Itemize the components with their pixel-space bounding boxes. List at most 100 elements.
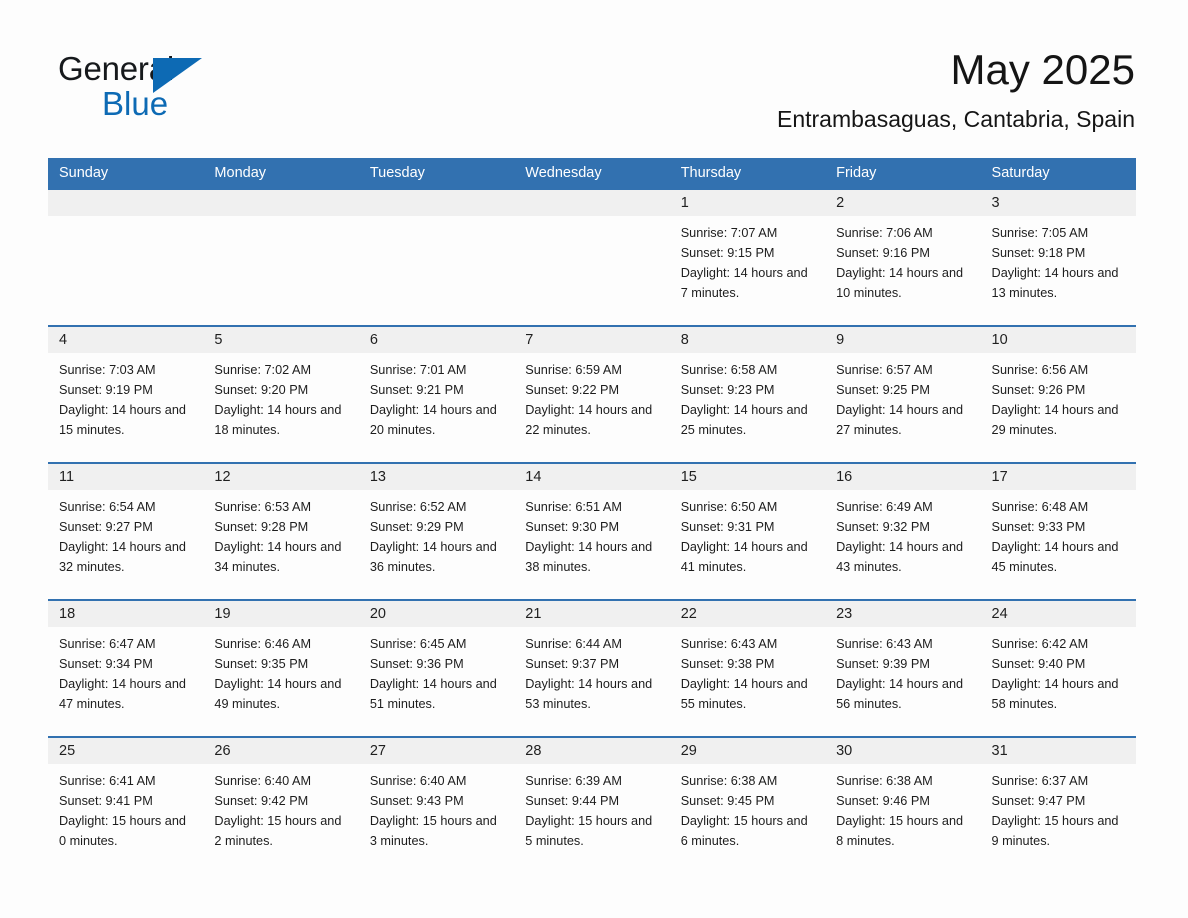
daylight-text: Daylight: 14 hours and 51 minutes.	[369, 677, 497, 711]
day-number	[514, 190, 670, 216]
calendar-day-cell-3[interactable]: 3 Sunrise: 7:05 AM Sunset: 9:18 PM Daylight…	[980, 190, 1136, 315]
calendar-day-cell-14[interactable]: 14 Sunrise: 6:51 AM Sunset: 9:30 PM Dayligh…	[514, 464, 670, 589]
calendar-day-cell-11[interactable]: 11 Sunrise: 6:54 AM Sunset: 9:27 PM Dayligh…	[48, 464, 204, 589]
calendar-day-cell-24[interactable]: 24 Sunrise: 6:42 AM Sunset: 9:40 PM Dayligh…	[980, 601, 1136, 726]
daylight-text: Daylight: 14 hours and 41 minutes.	[680, 540, 808, 574]
sunset-text: Sunset: 9:34 PM	[59, 657, 153, 671]
day-number: 18	[48, 601, 204, 627]
daylight-text: Daylight: 15 hours and 3 minutes.	[369, 814, 497, 848]
day-details: Sunrise: 6:39 AM Sunset: 9:44 PM Daylight:…	[514, 764, 669, 863]
sunrise-text: Sunrise: 7:03 AM	[59, 363, 156, 377]
day-details	[48, 216, 203, 315]
day-number: 27	[358, 738, 515, 764]
calendar-day-cell-10[interactable]: 10 Sunrise: 6:56 AM Sunset: 9:26 PM Dayligh…	[980, 327, 1136, 452]
sunset-text: Sunset: 9:33 PM	[991, 520, 1086, 534]
calendar-week-row: 4 Sunrise: 7:03 AM Sunset: 9:19 PM Daylight…	[48, 325, 1136, 452]
calendar-day-cell-8[interactable]: 8 Sunrise: 6:58 AM Sunset: 9:23 PM Daylight…	[669, 327, 826, 452]
calendar-day-cell-31[interactable]: 31 Sunrise: 6:37 AM Sunset: 9:47 PM Dayligh…	[980, 738, 1136, 863]
day-details: Sunrise: 7:03 AM Sunset: 9:19 PM Daylight:…	[48, 353, 203, 452]
sunset-text: Sunset: 9:25 PM	[836, 383, 930, 397]
sunset-text: Sunset: 9:27 PM	[59, 520, 153, 534]
calendar-day-cell-empty	[48, 190, 204, 315]
sunset-text: Sunset: 9:23 PM	[680, 383, 775, 397]
calendar-day-cell-23[interactable]: 23 Sunrise: 6:43 AM Sunset: 9:39 PM Dayligh…	[825, 601, 981, 726]
general-blue-logo[interactable]: General Blue	[58, 50, 318, 126]
daylight-text: Daylight: 14 hours and 55 minutes.	[680, 677, 808, 711]
sunset-text: Sunset: 9:29 PM	[369, 520, 464, 534]
sunset-text: Sunset: 9:43 PM	[369, 794, 464, 808]
sunrise-text: Sunrise: 6:46 AM	[214, 637, 312, 651]
day-number: 24	[980, 601, 1136, 627]
day-number: 11	[48, 464, 204, 490]
calendar-day-cell-16[interactable]: 16 Sunrise: 6:49 AM Sunset: 9:32 PM Dayligh…	[825, 464, 981, 589]
calendar-day-cell-20[interactable]: 20 Sunrise: 6:45 AM Sunset: 9:36 PM Dayligh…	[358, 601, 515, 726]
sunrise-text: Sunrise: 6:47 AM	[59, 637, 156, 651]
calendar-day-cell-13[interactable]: 13 Sunrise: 6:52 AM Sunset: 9:29 PM Dayligh…	[358, 464, 515, 589]
day-number: 14	[514, 464, 670, 490]
day-details: Sunrise: 6:51 AM Sunset: 9:30 PM Daylight:…	[514, 490, 669, 589]
daylight-text: Daylight: 14 hours and 49 minutes.	[214, 677, 342, 711]
daylight-text: Daylight: 14 hours and 47 minutes.	[59, 677, 186, 711]
day-of-week-header-saturday: Saturday	[991, 165, 1050, 181]
day-details: Sunrise: 6:40 AM Sunset: 9:43 PM Daylight:…	[359, 764, 514, 863]
daylight-text: Daylight: 14 hours and 10 minutes.	[836, 266, 964, 300]
day-of-week-header-friday: Friday	[836, 165, 877, 181]
day-number: 15	[669, 464, 826, 490]
calendar-day-cell-22[interactable]: 22 Sunrise: 6:43 AM Sunset: 9:38 PM Dayligh…	[669, 601, 826, 726]
day-number	[203, 190, 359, 216]
daylight-text: Daylight: 15 hours and 6 minutes.	[680, 814, 808, 848]
calendar-day-cell-27[interactable]: 27 Sunrise: 6:40 AM Sunset: 9:43 PM Dayligh…	[358, 738, 515, 863]
sunset-text: Sunset: 9:41 PM	[59, 794, 153, 808]
sunset-text: Sunset: 9:46 PM	[836, 794, 930, 808]
sunrise-text: Sunrise: 6:53 AM	[214, 500, 312, 514]
sunrise-text: Sunrise: 6:59 AM	[525, 363, 622, 377]
sunrise-text: Sunrise: 6:41 AM	[59, 774, 156, 788]
sunrise-text: Sunrise: 6:44 AM	[525, 637, 622, 651]
daylight-text: Daylight: 15 hours and 8 minutes.	[836, 814, 964, 848]
calendar-day-cell-19[interactable]: 19 Sunrise: 6:46 AM Sunset: 9:35 PM Dayligh…	[203, 601, 359, 726]
day-number: 16	[825, 464, 981, 490]
day-details: Sunrise: 6:53 AM Sunset: 9:28 PM Daylight:…	[203, 490, 358, 589]
calendar-day-cell-empty	[358, 190, 515, 315]
daylight-text: Daylight: 14 hours and 34 minutes.	[214, 540, 342, 574]
sunrise-text: Sunrise: 6:50 AM	[680, 500, 778, 514]
calendar-day-cell-28[interactable]: 28 Sunrise: 6:39 AM Sunset: 9:44 PM Dayligh…	[514, 738, 670, 863]
calendar-day-cell-12[interactable]: 12 Sunrise: 6:53 AM Sunset: 9:28 PM Dayligh…	[203, 464, 359, 589]
sunset-text: Sunset: 9:15 PM	[680, 246, 775, 260]
sunset-text: Sunset: 9:37 PM	[525, 657, 620, 671]
calendar-day-cell-5[interactable]: 5 Sunrise: 7:02 AM Sunset: 9:20 PM Daylight…	[203, 327, 359, 452]
calendar-day-cell-30[interactable]: 30 Sunrise: 6:38 AM Sunset: 9:46 PM Dayligh…	[825, 738, 981, 863]
calendar-day-cell-26[interactable]: 26 Sunrise: 6:40 AM Sunset: 9:42 PM Dayligh…	[203, 738, 359, 863]
calendar-day-cell-25[interactable]: 25 Sunrise: 6:41 AM Sunset: 9:41 PM Dayligh…	[48, 738, 204, 863]
calendar-day-cell-29[interactable]: 29 Sunrise: 6:38 AM Sunset: 9:45 PM Dayligh…	[669, 738, 826, 863]
calendar-day-cell-1[interactable]: 1 Sunrise: 7:07 AM Sunset: 9:15 PM Daylight…	[669, 190, 826, 315]
calendar-day-cell-18[interactable]: 18 Sunrise: 6:47 AM Sunset: 9:34 PM Dayligh…	[48, 601, 204, 726]
calendar-day-cell-9[interactable]: 9 Sunrise: 6:57 AM Sunset: 9:25 PM Daylight…	[825, 327, 981, 452]
day-number: 22	[669, 601, 826, 627]
daylight-text: Daylight: 14 hours and 38 minutes.	[525, 540, 653, 574]
calendar-day-cell-6[interactable]: 6 Sunrise: 7:01 AM Sunset: 9:21 PM Daylight…	[358, 327, 515, 452]
day-details: Sunrise: 6:50 AM Sunset: 9:31 PM Daylight:…	[670, 490, 825, 589]
day-number: 26	[203, 738, 359, 764]
sunrise-text: Sunrise: 6:57 AM	[836, 363, 933, 377]
calendar-day-cell-7[interactable]: 7 Sunrise: 6:59 AM Sunset: 9:22 PM Daylight…	[514, 327, 670, 452]
daylight-text: Daylight: 14 hours and 53 minutes.	[525, 677, 653, 711]
calendar-day-cell-2[interactable]: 2 Sunrise: 7:06 AM Sunset: 9:16 PM Daylight…	[825, 190, 981, 315]
day-details: Sunrise: 6:42 AM Sunset: 9:40 PM Daylight:…	[981, 627, 1136, 726]
day-number: 2	[825, 190, 981, 216]
calendar-day-cell-17[interactable]: 17 Sunrise: 6:48 AM Sunset: 9:33 PM Dayligh…	[980, 464, 1136, 589]
page-subtitle: Entrambasaguas, Cantabria, Spain	[777, 106, 1135, 132]
daylight-text: Daylight: 15 hours and 2 minutes.	[214, 814, 342, 848]
calendar-page: General Blue May 2025 Entrambasaguas, Ca…	[0, 0, 1188, 918]
day-details: Sunrise: 6:41 AM Sunset: 9:41 PM Daylight:…	[48, 764, 203, 863]
sunrise-text: Sunrise: 6:48 AM	[991, 500, 1089, 514]
sunrise-text: Sunrise: 7:02 AM	[214, 363, 312, 377]
calendar-week-row: 25 Sunrise: 6:41 AM Sunset: 9:41 PM Dayligh…	[48, 736, 1136, 863]
calendar-day-cell-15[interactable]: 15 Sunrise: 6:50 AM Sunset: 9:31 PM Dayligh…	[669, 464, 826, 589]
calendar-day-cell-21[interactable]: 21 Sunrise: 6:44 AM Sunset: 9:37 PM Dayligh…	[514, 601, 670, 726]
day-number: 6	[358, 327, 515, 353]
daylight-text: Daylight: 14 hours and 7 minutes.	[680, 266, 808, 300]
day-details: Sunrise: 6:56 AM Sunset: 9:26 PM Daylight:…	[981, 353, 1136, 452]
sunrise-text: Sunrise: 6:56 AM	[991, 363, 1089, 377]
calendar-day-cell-4[interactable]: 4 Sunrise: 7:03 AM Sunset: 9:19 PM Daylight…	[48, 327, 204, 452]
